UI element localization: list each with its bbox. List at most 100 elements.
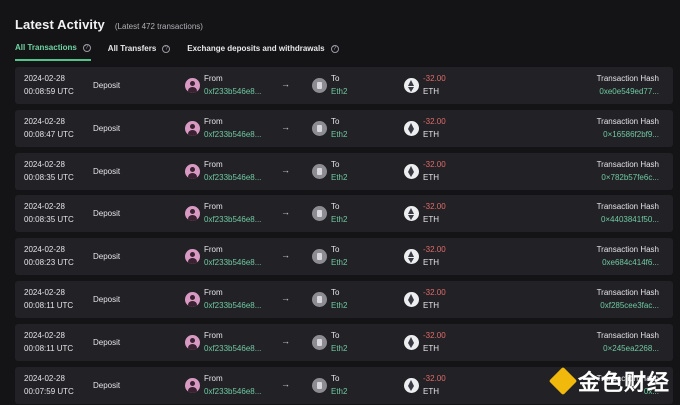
sender: From 0xf233b546e8... <box>204 200 261 226</box>
transaction-hash: Transaction Hash 0xe0e549ed77... <box>597 72 659 98</box>
from-label: From <box>204 116 223 126</box>
transaction-row[interactable]: 2024-02-28 00:08:35 UTC Deposit From 0xf233b… <box>15 195 673 233</box>
watermark-text: 金色财经 <box>577 370 670 395</box>
recipient-link[interactable]: Eth2 <box>331 342 347 355</box>
recipient: To Eth2 <box>331 158 347 184</box>
tab-all-transfers[interactable]: All Transfers ? <box>107 43 171 61</box>
transaction-row[interactable]: 2024-02-28 00:08:59 UTC Deposit From 0xf233b… <box>15 67 673 104</box>
sender-address-link[interactable]: 0xf233b546e8... <box>204 128 261 141</box>
transaction-amount: -32.00 ETH <box>423 372 446 398</box>
sender-avatar-icon <box>185 291 200 307</box>
sender-address-link[interactable]: 0xf233b546e8... <box>204 213 261 226</box>
recipient: To Eth2 <box>331 200 347 226</box>
eth-token-icon <box>404 78 419 93</box>
contract-icon <box>312 249 327 265</box>
transaction-time: 00:08:59 UTC <box>24 87 74 96</box>
sender-avatar-icon <box>185 206 200 222</box>
sender-avatar-icon <box>185 163 200 179</box>
amount-unit: ETH <box>423 343 439 353</box>
contract-icon <box>312 78 327 93</box>
contract-icon <box>312 377 327 393</box>
tab-label: All Transfers <box>107 44 157 53</box>
sender-avatar-icon <box>185 377 200 393</box>
sender: From 0xf233b546e8... <box>204 115 261 141</box>
hash-link[interactable]: 0×16586f2bf9... <box>597 128 659 141</box>
hash-link[interactable]: 0xe0e549ed77... <box>597 85 659 98</box>
page-title: Latest Activity <box>15 17 105 32</box>
sender: From 0xf233b546e8... <box>204 329 261 355</box>
transaction-row[interactable]: 2024-02-28 00:08:47 UTC Deposit From 0xf233b… <box>15 109 673 147</box>
transaction-type: Deposit <box>93 81 121 90</box>
arrow-right-icon: → <box>281 164 290 175</box>
sender-address-link[interactable]: 0xf233b546e8... <box>204 385 261 398</box>
help-icon[interactable]: ? <box>82 43 91 52</box>
sender-address-link[interactable]: 0xf233b546e8... <box>204 256 261 269</box>
amount-value: -32.00 <box>423 116 446 126</box>
amount-value: -32.00 <box>423 373 446 383</box>
recipient-link[interactable]: Eth2 <box>331 171 347 184</box>
sender: From 0xf233b546e8... <box>204 158 261 184</box>
sender-address-link[interactable]: 0xf233b546e8... <box>204 299 261 312</box>
transaction-row[interactable]: 2024-02-28 00:08:35 UTC Deposit From 0xf233b… <box>15 152 673 190</box>
amount-value: -32.00 <box>423 159 446 169</box>
sender: From 0xf233b546e8... <box>204 72 261 98</box>
transaction-amount: -32.00 ETH <box>423 243 446 269</box>
help-icon[interactable]: ? <box>330 44 339 53</box>
transaction-hash: Transaction Hash 0×782b57fe6c... <box>597 158 659 184</box>
amount-unit: ETH <box>423 87 439 96</box>
help-icon[interactable]: ? <box>162 44 171 53</box>
sender: From 0xf233b546e8... <box>204 286 261 312</box>
sender-avatar-icon <box>185 249 200 265</box>
hash-link[interactable]: 0×4403841f50... <box>597 213 659 226</box>
transaction-type: Deposit <box>93 337 121 347</box>
contract-icon <box>312 334 327 350</box>
recipient: To Eth2 <box>331 243 347 269</box>
tab-all-transactions[interactable]: All Transactions ? <box>15 43 91 61</box>
transaction-time: 00:08:11 UTC <box>24 300 74 310</box>
hash-link[interactable]: 0×782b57fe6c... <box>597 171 659 184</box>
hash-link[interactable]: 0xe684c414f6... <box>597 256 659 269</box>
activity-tabs: All Transactions ? All Transfers ? Excha… <box>15 43 356 61</box>
transaction-type: Deposit <box>93 252 121 262</box>
recipient-link[interactable]: Eth2 <box>331 128 347 141</box>
to-label: To <box>331 202 340 212</box>
hash-label: Transaction Hash <box>596 245 659 255</box>
arrow-right-icon: → <box>281 292 290 303</box>
arrow-right-icon: → <box>281 250 290 261</box>
sender-address-link[interactable]: 0xf233b546e8... <box>204 85 261 98</box>
hash-label: Transaction Hash <box>596 287 659 297</box>
hash-link[interactable]: 0xf285cee3fac... <box>597 299 659 312</box>
transaction-timestamp: 2024-02-28 00:08:23 UTC <box>24 243 74 269</box>
transaction-row[interactable]: 2024-02-28 00:08:11 UTC Deposit From 0xf233b… <box>15 323 673 361</box>
recipient-link[interactable]: Eth2 <box>331 256 347 269</box>
transaction-hash: Transaction Hash 0×245ea2268... <box>597 329 659 355</box>
recipient-link[interactable]: Eth2 <box>331 385 347 398</box>
to-label: To <box>331 245 340 255</box>
sender-address-link[interactable]: 0xf233b546e8... <box>204 342 261 355</box>
hash-label: Transaction Hash <box>596 116 659 126</box>
eth-token-icon <box>404 206 419 222</box>
transaction-time: 00:08:47 UTC <box>24 129 74 139</box>
transaction-time: 00:08:35 UTC <box>24 172 74 182</box>
transaction-date: 2024-02-28 <box>24 116 65 126</box>
transaction-date: 2024-02-28 <box>24 287 65 297</box>
tab-exchange-deposits-withdrawals[interactable]: Exchange deposits and withdrawals ? <box>187 43 339 61</box>
eth-token-icon <box>404 291 419 307</box>
recipient-link[interactable]: Eth2 <box>331 213 347 226</box>
amount-unit: ETH <box>423 300 439 310</box>
recipient-link[interactable]: Eth2 <box>331 299 347 312</box>
contract-icon <box>312 163 327 179</box>
from-label: From <box>204 330 223 340</box>
arrow-right-icon: → <box>281 335 290 346</box>
hash-link[interactable]: 0×245ea2268... <box>597 342 659 355</box>
transaction-amount: -32.00 ETH <box>423 200 446 226</box>
eth-token-icon <box>404 334 419 350</box>
transaction-hash: Transaction Hash 0xf285cee3fac... <box>597 286 659 312</box>
arrow-right-icon: → <box>281 378 290 389</box>
sender-address-link[interactable]: 0xf233b546e8... <box>204 171 261 184</box>
transaction-row[interactable]: 2024-02-28 00:08:11 UTC Deposit From 0xf233b… <box>15 280 673 318</box>
amount-unit: ETH <box>423 172 439 182</box>
page-header: Latest Activity (Latest 472 transactions… <box>15 17 203 32</box>
transaction-row[interactable]: 2024-02-28 00:08:23 UTC Deposit From 0xf233b… <box>15 238 673 276</box>
recipient-link[interactable]: Eth2 <box>331 85 347 98</box>
